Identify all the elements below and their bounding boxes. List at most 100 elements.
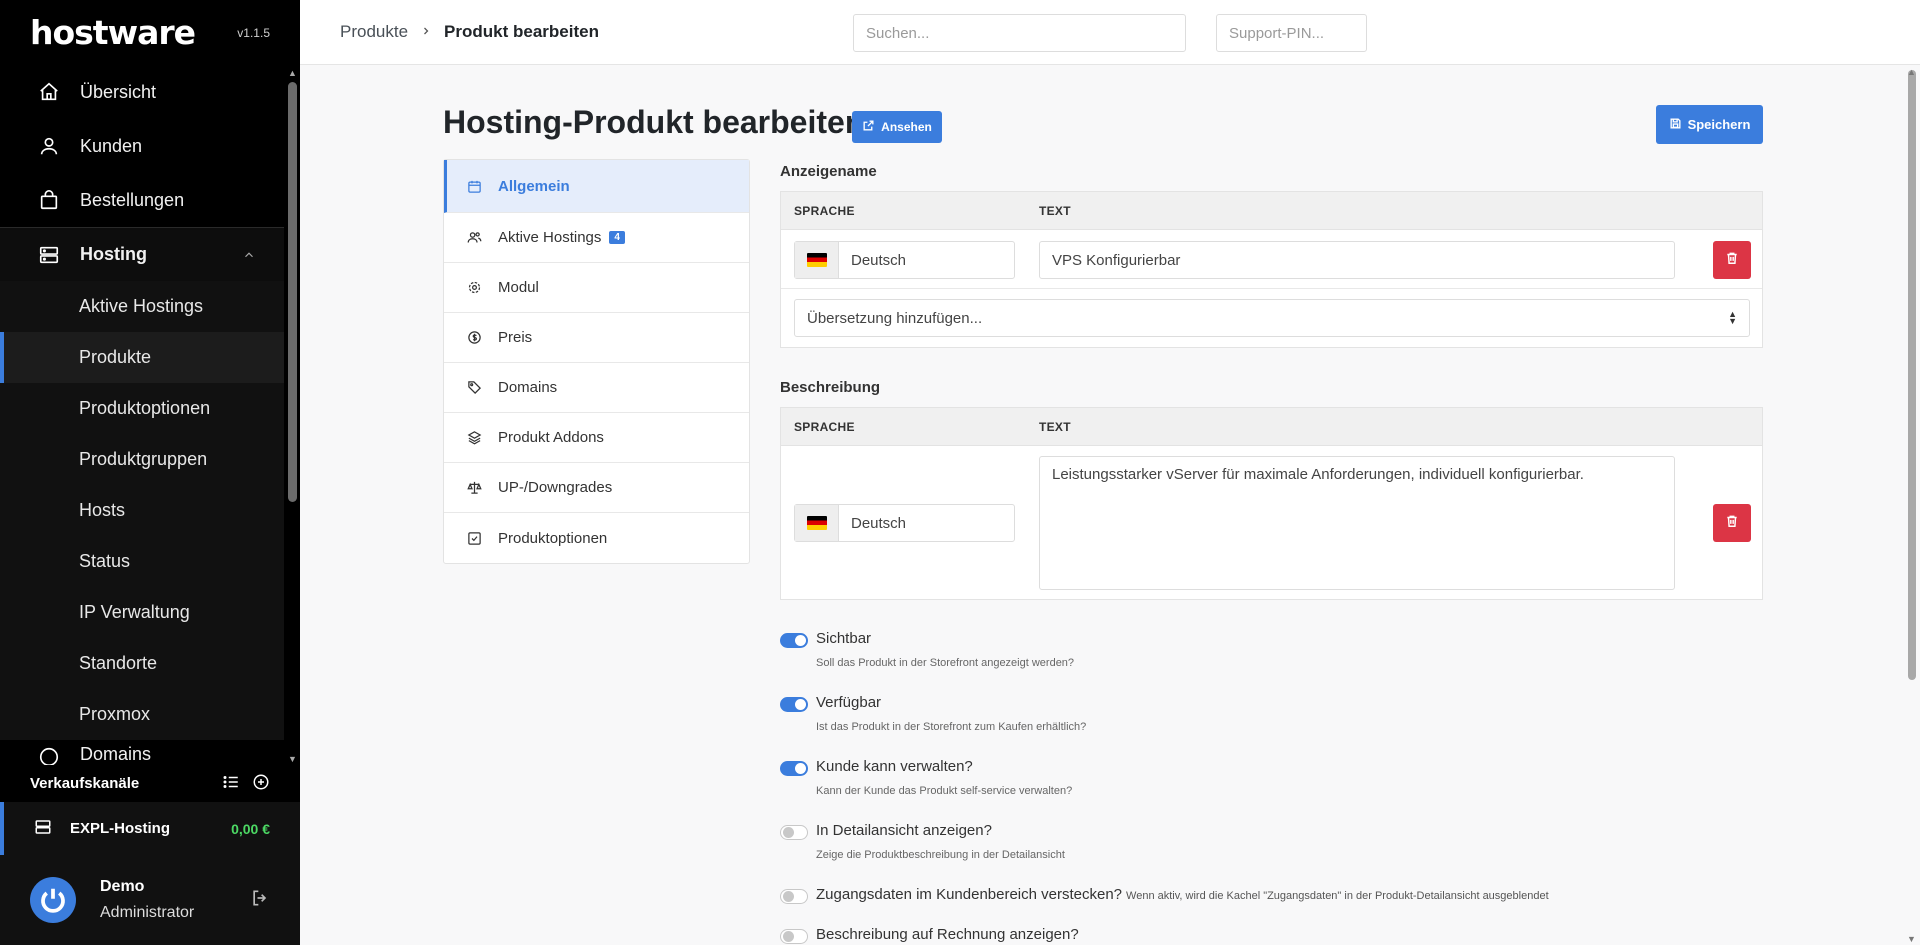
user-panel: Demo Administrator (0, 855, 300, 945)
sales-channel-item[interactable]: EXPL-Hosting 0,00 € (0, 802, 300, 855)
sidebar-item-label: Proxmox (79, 704, 151, 724)
sidebar-item-label: Standorte (79, 653, 158, 673)
add-circle-icon[interactable] (252, 773, 270, 795)
scroll-up-icon[interactable]: ▲ (1907, 67, 1916, 77)
language-select[interactable]: Deutsch (794, 504, 1015, 542)
sidebar-item-proxmox[interactable]: Proxmox (0, 689, 284, 740)
tab-general[interactable]: Allgemein (444, 160, 749, 213)
avatar[interactable] (30, 877, 76, 923)
toggle-label: Sichtbar (816, 630, 872, 647)
delete-button[interactable] (1713, 241, 1751, 279)
sidebar-group-label: Hosting (80, 244, 147, 264)
list-icon[interactable] (222, 773, 240, 795)
support-pin-input[interactable]: Support-PIN... (1216, 14, 1367, 52)
topbar: Produkte Produkt bearbeiten Suchen... Su… (300, 0, 1920, 65)
sidebar-item-label: IP Verwaltung (79, 602, 190, 622)
scale-icon (464, 480, 484, 495)
cog-icon (464, 280, 484, 295)
breadcrumb-parent[interactable]: Produkte (340, 22, 408, 42)
tab-label: Preis (498, 329, 533, 346)
tab-label: Allgemein (498, 177, 570, 195)
language-select[interactable]: Deutsch (794, 241, 1015, 279)
sidebar-item-products[interactable]: Produkte (0, 332, 284, 383)
search-input[interactable]: Suchen... (853, 14, 1186, 52)
german-flag-icon (806, 253, 827, 267)
tab-active-hostings[interactable]: Aktive Hostings 4 (444, 213, 749, 263)
toggle-label: In Detailansicht anzeigen? (816, 822, 992, 839)
display-name-input[interactable]: VPS Konfigurierbar (1039, 241, 1675, 279)
calendar-icon (464, 179, 484, 194)
home-icon (36, 79, 62, 105)
toggle-inline-help: Wenn aktiv, wird die Kachel "Zugangsdate… (1126, 890, 1549, 902)
available-toggle[interactable] (780, 697, 808, 712)
toggle-help: Kann der Kunde das Produkt self-service … (816, 785, 1073, 797)
logo[interactable]: hostware (30, 13, 196, 52)
channel-balance: 0,00 € (231, 820, 270, 837)
tab-product-options[interactable]: Produktoptionen (444, 513, 749, 563)
language-value: Deutsch (851, 514, 907, 532)
tag-icon (464, 380, 484, 395)
toggle-help: Soll das Produkt in der Storefront angez… (816, 657, 1075, 669)
divider (781, 288, 1762, 289)
detail-view-toggle[interactable] (780, 825, 808, 840)
visible-toggle[interactable] (780, 633, 808, 648)
sidebar-item-active-hostings[interactable]: Aktive Hostings (0, 281, 284, 332)
toggle-label: Kunde kann verwalten? (816, 758, 973, 775)
sidebar-item-hosts[interactable]: Hosts (0, 485, 284, 536)
tab-price[interactable]: Preis (444, 313, 749, 363)
display-name-card: SPRACHE TEXT Deutsch VPS Konfigurierbar … (780, 191, 1763, 348)
layers-icon (464, 430, 484, 445)
table-header: SPRACHE TEXT (781, 408, 1762, 446)
toggle-label: Beschreibung auf Rechnung anzeigen? (816, 926, 1079, 943)
toggle-knob (783, 891, 794, 902)
sidebar-item-label: Bestellungen (80, 189, 185, 210)
add-translation-select[interactable]: Übersetzung hinzufügen... ▲ ▼ (794, 299, 1750, 337)
tab-label: Aktive Hostings (498, 229, 602, 246)
tab-domains[interactable]: Domains (444, 363, 749, 413)
sales-channels: Verkaufskanäle EXPL-Hosting 0,00 € (0, 765, 300, 855)
save-button[interactable]: Speichern (1656, 105, 1763, 144)
logout-icon[interactable] (250, 888, 270, 913)
tab-product-addons[interactable]: Produkt Addons (444, 413, 749, 463)
sidebar-group-hosting[interactable]: Hosting (0, 227, 284, 281)
scroll-down-icon[interactable]: ▼ (1907, 934, 1916, 944)
view-button[interactable]: Ansehen (852, 111, 942, 143)
customer-manage-toggle[interactable] (780, 761, 808, 776)
toggle-help: Ist das Produkt in der Storefront zum Ka… (816, 721, 1087, 733)
save-icon (1669, 117, 1682, 133)
description-title: Beschreibung (780, 379, 881, 396)
sidebar-item-domains[interactable]: Domains (0, 740, 284, 765)
user-icon (36, 133, 62, 159)
scroll-down-icon[interactable]: ▼ (288, 754, 297, 764)
scroll-up-icon[interactable]: ▲ (288, 68, 297, 78)
sidebar-nav: Übersicht Kunden Bestellungen Hosting Ak… (0, 65, 284, 765)
sidebar-item-product-options[interactable]: Produktoptionen (0, 383, 284, 434)
tab-label: Domains (498, 379, 558, 396)
toggle-label-text: Zugangsdaten im Kundenbereich verstecken… (816, 886, 1123, 903)
user-name: Demo (100, 878, 145, 895)
tab-module[interactable]: Modul (444, 263, 749, 313)
invoice-description-toggle[interactable] (780, 929, 808, 944)
sidebar-item-customers[interactable]: Kunden (0, 119, 284, 173)
sidebar-item-overview[interactable]: Übersicht (0, 65, 284, 119)
description-textarea[interactable]: Leistungsstarker vServer für maximale An… (1039, 456, 1675, 590)
sidebar-item-locations[interactable]: Standorte (0, 638, 284, 689)
sidebar-item-ip-management[interactable]: IP Verwaltung (0, 587, 284, 638)
sidebar-item-label: Aktive Hostings (79, 296, 204, 316)
tab-label: Modul (498, 279, 539, 296)
external-link-icon (862, 119, 875, 135)
tab-up-downgrades[interactable]: UP-/Downgrades (444, 463, 749, 513)
column-header-language: SPRACHE (794, 419, 855, 434)
sales-channels-title: Verkaufskanäle (30, 775, 140, 792)
sidebar-scrollbar-thumb[interactable] (288, 82, 297, 502)
checkbox-icon (464, 531, 484, 546)
main-scrollbar-thumb[interactable] (1908, 70, 1916, 680)
sidebar-item-product-groups[interactable]: Produktgruppen (0, 434, 284, 485)
toggle-knob (795, 763, 806, 774)
sidebar-item-orders[interactable]: Bestellungen (0, 173, 284, 227)
hide-credentials-toggle[interactable] (780, 889, 808, 904)
sidebar-item-label: Produktgruppen (79, 449, 208, 469)
sidebar-item-status[interactable]: Status (0, 536, 284, 587)
delete-button[interactable] (1713, 504, 1751, 542)
sidebar-item-label: Produktoptionen (79, 398, 211, 418)
